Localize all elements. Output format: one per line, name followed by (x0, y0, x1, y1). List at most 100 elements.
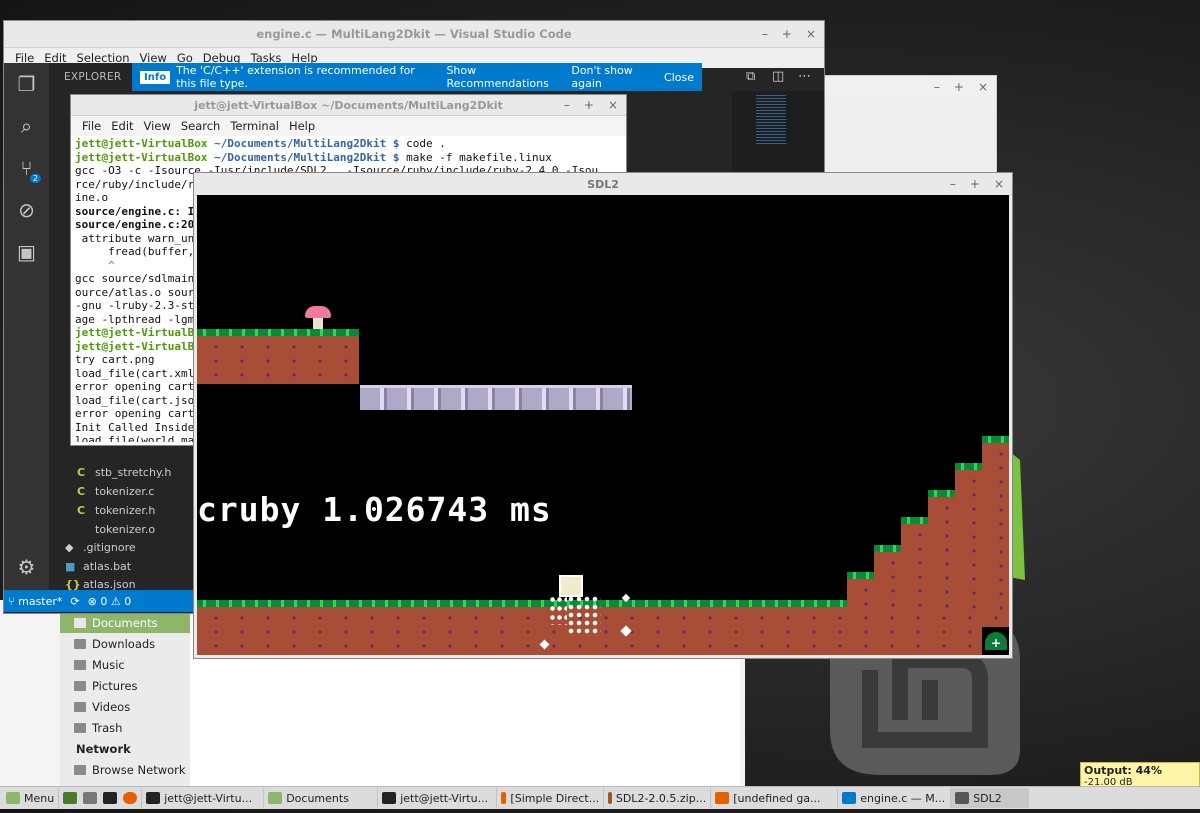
file-type-icon: C (77, 484, 86, 498)
terminal-icon[interactable] (103, 792, 118, 804)
terminal-menubar: File Edit View Search Terminal Help (71, 116, 626, 136)
sidebar-item-downloads[interactable]: Downloads (60, 633, 190, 654)
files-icon[interactable] (83, 792, 98, 804)
error-count: 0 (100, 594, 108, 608)
minimize-icon[interactable]: – (564, 98, 570, 112)
file-type-icon: ◆ (65, 540, 74, 554)
close-icon[interactable]: × (608, 98, 618, 112)
minimize-icon[interactable]: – (762, 27, 768, 41)
explorer-icon[interactable]: ❐ (4, 63, 49, 105)
explorer-file-item[interactable]: Ctokenizer.h (77, 501, 155, 520)
sidebar-item-documents[interactable]: Documents (60, 612, 190, 633)
taskbar-window-button[interactable]: Documents (263, 788, 377, 808)
taskbar-window-button[interactable]: [Simple Direct... (496, 788, 603, 808)
file-name: tokenizer.o (95, 522, 156, 536)
stair-dirt (955, 470, 985, 612)
sync-icon[interactable]: ⟳ (70, 595, 79, 608)
taskbar-window-button[interactable]: [undefined ga... (710, 788, 837, 808)
explorer-file-item[interactable]: Ctokenizer.c (77, 482, 154, 501)
show-recommendations-button[interactable]: Show Recommendations (438, 64, 563, 90)
volume-title: Output: 44% (1084, 764, 1162, 777)
minimize-icon[interactable]: – (934, 80, 940, 94)
sidebar-item-browse-network[interactable]: Browse Network (60, 759, 190, 780)
sidebar-item-videos[interactable]: Videos (60, 696, 190, 717)
maximize-icon[interactable]: + (584, 98, 594, 112)
stair-dirt (847, 579, 877, 614)
prompt-user: jett@jett-VirtualBox (75, 137, 208, 150)
taskbar-window-button[interactable]: SDL2-2.0.5.zip... (603, 788, 710, 808)
dont-show-again-button[interactable]: Don't show again (563, 64, 656, 90)
music-folder-icon (74, 659, 86, 670)
file-name: tokenizer.h (95, 503, 156, 517)
settings-gear-icon[interactable]: ⚙ (4, 546, 49, 588)
sidebar-item-trash[interactable]: Trash (60, 717, 190, 738)
explorer-file-item[interactable]: ◆ .gitignore (65, 538, 136, 557)
ground-dirt (197, 607, 1009, 655)
minimap[interactable] (756, 95, 786, 145)
sidebar-item-pictures[interactable]: Pictures (60, 675, 190, 696)
split-editor-icon[interactable]: ◫ (772, 69, 784, 84)
taskbar-window-label: SDL2-2.0.5.zip... (615, 791, 707, 805)
extensions-icon[interactable]: ▣ (4, 231, 49, 273)
notification-message: The 'C/C++' extension is recommended for… (176, 64, 415, 90)
close-icon[interactable]: × (978, 80, 988, 94)
close-icon[interactable]: × (806, 27, 816, 41)
taskbar-window-button[interactable]: SDL2 (950, 788, 1030, 808)
taskbar-window-label: jett@jett-Virtu... (400, 791, 489, 805)
folder-icon (74, 617, 86, 628)
scm-badge: 2 (29, 174, 41, 183)
prompt-path: ~/Documents/MultiLang2Dkit $ (214, 137, 400, 150)
explorer-file-item[interactable]: ■ atlas.bat (65, 557, 131, 576)
git-branch[interactable]: ⑂ master* (8, 595, 62, 608)
bridge-platform (360, 385, 632, 410)
menu-button[interactable]: Menu (0, 788, 58, 808)
menu-view[interactable]: View (139, 119, 176, 133)
grass-ledge (197, 329, 359, 336)
explorer-file-item[interactable]: Cstb_stretchy.h (77, 463, 171, 482)
source-control-icon[interactable]: ⑂ 2 (4, 147, 49, 189)
game-canvas[interactable]: cruby 1.026743 ms + (197, 195, 1009, 655)
vscode-icon (842, 792, 857, 804)
explorer-file-item[interactable]: tokenizer.o (77, 520, 155, 539)
sidebar-item-label: Browse Network (92, 762, 186, 777)
menu-file[interactable]: File (77, 119, 106, 133)
menu-terminal[interactable]: Terminal (225, 119, 284, 133)
taskbar-window-list: jett@jett-Virtu... Documents jett@jett-Vir… (141, 788, 1030, 808)
taskbar-window-button[interactable]: jett@jett-Virtu... (141, 788, 263, 808)
menu-search[interactable]: Search (176, 119, 226, 133)
close-notification-button[interactable]: Close (656, 71, 702, 84)
sidebar-item-label: Pictures (92, 678, 138, 693)
taskbar-window-label: jett@jett-Virtu... (164, 791, 253, 805)
minimize-icon[interactable]: – (950, 177, 956, 191)
sidebar-item-music[interactable]: Music (60, 654, 190, 675)
file-name: atlas.json (83, 577, 136, 591)
menu-help[interactable]: Help (284, 119, 320, 133)
window-title: jett@jett-VirtualBox ~/Documents/MultiLa… (194, 98, 503, 112)
close-icon[interactable]: × (994, 177, 1004, 191)
status-bar: ⑂ master* ⟳ ⊗ 0 ⚠ 0 (4, 590, 193, 612)
menu-edit[interactable]: Edit (106, 119, 138, 133)
taskbar-window-button[interactable]: engine.c — M... (837, 788, 950, 808)
firefox-icon (501, 792, 507, 804)
taskbar-window-button[interactable]: jett@jett-Virtu... (377, 788, 496, 808)
maximize-icon[interactable]: + (970, 177, 980, 191)
open-preview-icon[interactable]: ⧉ (746, 69, 755, 84)
more-actions-icon[interactable]: ⋯ (798, 69, 811, 84)
sidebar-item-label: Trash (92, 720, 123, 735)
warning-count: 0 (124, 594, 132, 608)
search-icon[interactable]: ⌕ (4, 105, 49, 147)
prompt-command: make -f makefile.linux (406, 150, 552, 164)
taskbar-window-label: SDL2 (973, 791, 1002, 805)
trash-icon (74, 722, 86, 733)
show-desktop-icon[interactable] (63, 792, 78, 804)
window-icon (955, 792, 970, 804)
problems-indicator[interactable]: ⊗ 0 ⚠ 0 (88, 595, 132, 608)
stair-grass (955, 463, 985, 470)
maximize-icon[interactable]: + (782, 27, 792, 41)
debug-icon[interactable]: ⊘ (4, 189, 49, 231)
firefox-icon[interactable] (123, 792, 138, 804)
stair-dirt (982, 443, 1009, 612)
archive-icon (608, 792, 612, 804)
file-type-icon: C (77, 503, 86, 517)
maximize-icon[interactable]: + (954, 80, 964, 94)
